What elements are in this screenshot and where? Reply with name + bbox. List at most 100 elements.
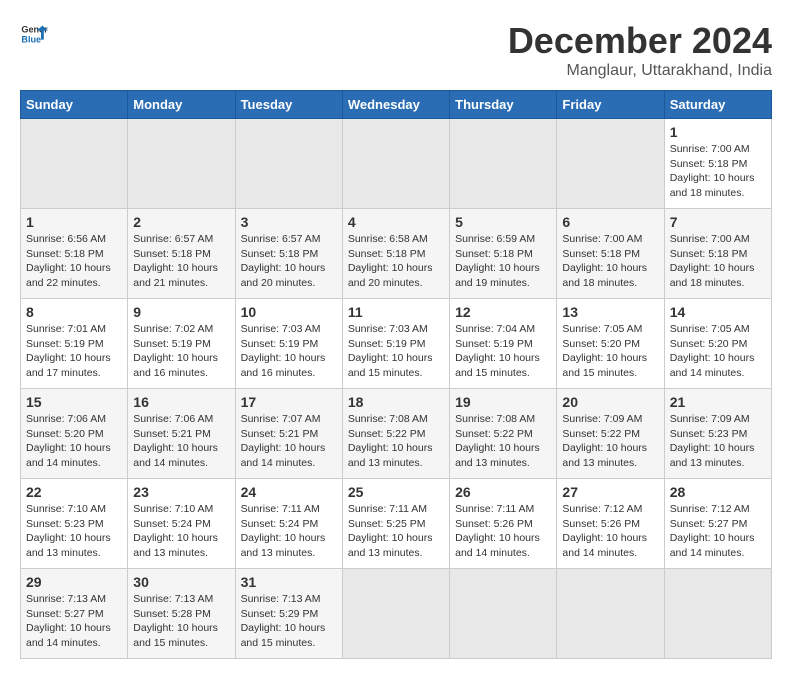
day-info: Sunrise: 7:02 AMSunset: 5:19 PMDaylight:… bbox=[133, 322, 229, 381]
day-number: 22 bbox=[26, 484, 122, 500]
calendar-cell: 21Sunrise: 7:09 AMSunset: 5:23 PMDayligh… bbox=[664, 389, 771, 479]
day-number: 28 bbox=[670, 484, 766, 500]
day-info: Sunrise: 7:06 AMSunset: 5:21 PMDaylight:… bbox=[133, 412, 229, 471]
day-number: 5 bbox=[455, 214, 551, 230]
calendar-week-5: 29 Sunrise: 7:13 AMSunset: 5:27 PMDayligh… bbox=[21, 569, 772, 659]
header-saturday: Saturday bbox=[664, 91, 771, 119]
calendar-cell bbox=[664, 569, 771, 659]
calendar-cell: 8 Sunrise: 7:01 AMSunset: 5:19 PMDaylight… bbox=[21, 299, 128, 389]
day-number: 16 bbox=[133, 394, 229, 410]
calendar-cell: 23 Sunrise: 7:10 AMSunset: 5:24 PMDayligh… bbox=[128, 479, 235, 569]
day-info: Sunrise: 7:03 AMSunset: 5:19 PMDaylight:… bbox=[241, 322, 337, 381]
calendar-cell bbox=[342, 569, 449, 659]
header-friday: Friday bbox=[557, 91, 664, 119]
day-number: 24 bbox=[241, 484, 337, 500]
day-info: Sunrise: 7:10 AMSunset: 5:24 PMDaylight:… bbox=[133, 502, 229, 561]
day-number: 20 bbox=[562, 394, 658, 410]
calendar-cell: 2Sunrise: 6:57 AMSunset: 5:18 PMDaylight… bbox=[128, 209, 235, 299]
day-info: Sunrise: 7:12 AMSunset: 5:27 PMDaylight:… bbox=[670, 502, 766, 561]
calendar-cell: 30 Sunrise: 7:13 AMSunset: 5:28 PMDayligh… bbox=[128, 569, 235, 659]
calendar-cell: 31 Sunrise: 7:13 AMSunset: 5:29 PMDayligh… bbox=[235, 569, 342, 659]
calendar-cell bbox=[128, 119, 235, 209]
calendar-cell bbox=[235, 119, 342, 209]
day-number: 11 bbox=[348, 304, 444, 320]
header-row: Sunday Monday Tuesday Wednesday Thursday… bbox=[21, 91, 772, 119]
day-number: 8 bbox=[26, 304, 122, 320]
day-number: 31 bbox=[241, 574, 337, 590]
day-info: Sunrise: 7:08 AMSunset: 5:22 PMDaylight:… bbox=[455, 412, 551, 471]
day-number: 7 bbox=[670, 214, 766, 230]
calendar-cell: 10 Sunrise: 7:03 AMSunset: 5:19 PMDayligh… bbox=[235, 299, 342, 389]
day-number: 1 bbox=[670, 124, 766, 140]
logo-icon: General Blue bbox=[20, 20, 48, 48]
day-number: 9 bbox=[133, 304, 229, 320]
calendar-cell: 22Sunrise: 7:10 AMSunset: 5:23 PMDayligh… bbox=[21, 479, 128, 569]
calendar-cell bbox=[557, 569, 664, 659]
day-number: 3 bbox=[241, 214, 337, 230]
day-number: 15 bbox=[26, 394, 122, 410]
calendar-cell bbox=[450, 119, 557, 209]
day-number: 19 bbox=[455, 394, 551, 410]
day-number: 2 bbox=[133, 214, 229, 230]
day-info: Sunrise: 7:03 AMSunset: 5:19 PMDaylight:… bbox=[348, 322, 444, 381]
day-info: Sunrise: 7:00 AMSunset: 5:18 PMDaylight:… bbox=[670, 142, 766, 201]
calendar-cell: 11 Sunrise: 7:03 AMSunset: 5:19 PMDayligh… bbox=[342, 299, 449, 389]
calendar-cell: 3 Sunrise: 6:57 AMSunset: 5:18 PMDaylight… bbox=[235, 209, 342, 299]
day-info: Sunrise: 7:13 AMSunset: 5:27 PMDaylight:… bbox=[26, 592, 122, 651]
calendar-week-3: 15 Sunrise: 7:06 AMSunset: 5:20 PMDayligh… bbox=[21, 389, 772, 479]
calendar-week-2: 8 Sunrise: 7:01 AMSunset: 5:19 PMDaylight… bbox=[21, 299, 772, 389]
calendar-cell: 1 Sunrise: 7:00 AMSunset: 5:18 PMDaylight… bbox=[664, 119, 771, 209]
location-title: Manglaur, Uttarakhand, India bbox=[508, 62, 772, 80]
calendar-cell: 20 Sunrise: 7:09 AMSunset: 5:22 PMDayligh… bbox=[557, 389, 664, 479]
calendar-cell: 4 Sunrise: 6:58 AMSunset: 5:18 PMDaylight… bbox=[342, 209, 449, 299]
calendar-cell: 9 Sunrise: 7:02 AMSunset: 5:19 PMDaylight… bbox=[128, 299, 235, 389]
day-info: Sunrise: 7:05 AMSunset: 5:20 PMDaylight:… bbox=[562, 322, 658, 381]
day-info: Sunrise: 7:11 AMSunset: 5:25 PMDaylight:… bbox=[348, 502, 444, 561]
calendar-cell: 14 Sunrise: 7:05 AMSunset: 5:20 PMDayligh… bbox=[664, 299, 771, 389]
day-info: Sunrise: 7:05 AMSunset: 5:20 PMDaylight:… bbox=[670, 322, 766, 381]
calendar-cell: 17 Sunrise: 7:07 AMSunset: 5:21 PMDayligh… bbox=[235, 389, 342, 479]
calendar-cell: 6Sunrise: 7:00 AMSunset: 5:18 PMDaylight… bbox=[557, 209, 664, 299]
calendar-cell: 15 Sunrise: 7:06 AMSunset: 5:20 PMDayligh… bbox=[21, 389, 128, 479]
month-title: December 2024 bbox=[508, 20, 772, 62]
day-number: 29 bbox=[26, 574, 122, 590]
day-info: Sunrise: 6:57 AMSunset: 5:18 PMDaylight:… bbox=[241, 232, 337, 291]
day-info: Sunrise: 7:13 AMSunset: 5:28 PMDaylight:… bbox=[133, 592, 229, 651]
calendar-cell bbox=[21, 119, 128, 209]
header-wednesday: Wednesday bbox=[342, 91, 449, 119]
svg-text:Blue: Blue bbox=[21, 34, 41, 44]
day-info: Sunrise: 7:11 AMSunset: 5:26 PMDaylight:… bbox=[455, 502, 551, 561]
header-monday: Monday bbox=[128, 91, 235, 119]
day-number: 23 bbox=[133, 484, 229, 500]
day-info: Sunrise: 7:00 AMSunset: 5:18 PMDaylight:… bbox=[670, 232, 766, 291]
calendar-cell: 16 Sunrise: 7:06 AMSunset: 5:21 PMDayligh… bbox=[128, 389, 235, 479]
calendar-cell bbox=[557, 119, 664, 209]
calendar-cell: 19 Sunrise: 7:08 AMSunset: 5:22 PMDayligh… bbox=[450, 389, 557, 479]
day-info: Sunrise: 7:09 AMSunset: 5:22 PMDaylight:… bbox=[562, 412, 658, 471]
day-info: Sunrise: 7:06 AMSunset: 5:20 PMDaylight:… bbox=[26, 412, 122, 471]
day-number: 10 bbox=[241, 304, 337, 320]
calendar-table: Sunday Monday Tuesday Wednesday Thursday… bbox=[20, 90, 772, 659]
calendar-week-4: 22Sunrise: 7:10 AMSunset: 5:23 PMDayligh… bbox=[21, 479, 772, 569]
calendar-cell: 28 Sunrise: 7:12 AMSunset: 5:27 PMDayligh… bbox=[664, 479, 771, 569]
calendar-cell: 7 Sunrise: 7:00 AMSunset: 5:18 PMDaylight… bbox=[664, 209, 771, 299]
day-number: 14 bbox=[670, 304, 766, 320]
day-info: Sunrise: 6:58 AMSunset: 5:18 PMDaylight:… bbox=[348, 232, 444, 291]
calendar-cell: 1Sunrise: 6:56 AMSunset: 5:18 PMDaylight… bbox=[21, 209, 128, 299]
day-number: 12 bbox=[455, 304, 551, 320]
header: General Blue December 2024 Manglaur, Utt… bbox=[20, 20, 772, 80]
day-info: Sunrise: 7:04 AMSunset: 5:19 PMDaylight:… bbox=[455, 322, 551, 381]
day-number: 30 bbox=[133, 574, 229, 590]
calendar-cell: 27Sunrise: 7:12 AMSunset: 5:26 PMDayligh… bbox=[557, 479, 664, 569]
day-info: Sunrise: 7:13 AMSunset: 5:29 PMDaylight:… bbox=[241, 592, 337, 651]
day-info: Sunrise: 7:07 AMSunset: 5:21 PMDaylight:… bbox=[241, 412, 337, 471]
calendar-cell bbox=[342, 119, 449, 209]
calendar-cell: 29 Sunrise: 7:13 AMSunset: 5:27 PMDayligh… bbox=[21, 569, 128, 659]
calendar-week-0: 1 Sunrise: 7:00 AMSunset: 5:18 PMDaylight… bbox=[21, 119, 772, 209]
day-number: 18 bbox=[348, 394, 444, 410]
day-info: Sunrise: 7:01 AMSunset: 5:19 PMDaylight:… bbox=[26, 322, 122, 381]
day-number: 4 bbox=[348, 214, 444, 230]
day-info: Sunrise: 6:59 AMSunset: 5:18 PMDaylight:… bbox=[455, 232, 551, 291]
day-info: Sunrise: 7:09 AMSunset: 5:23 PMDaylight:… bbox=[670, 412, 766, 471]
day-number: 17 bbox=[241, 394, 337, 410]
